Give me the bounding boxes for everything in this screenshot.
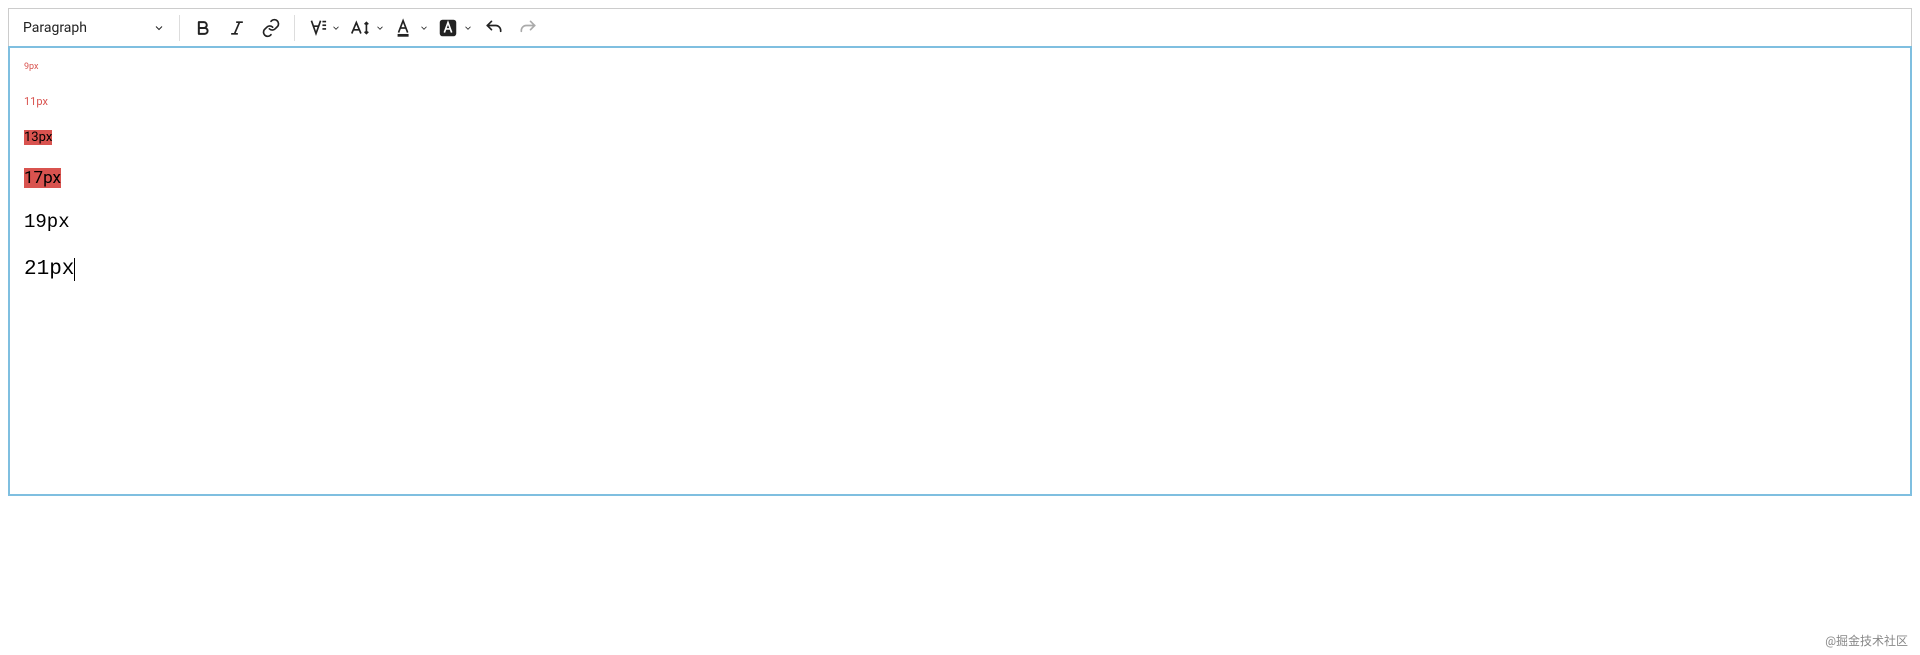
highlight-icon <box>437 17 459 39</box>
font-color-button[interactable] <box>389 12 433 44</box>
content-line: 9px <box>24 62 39 72</box>
editor-toolbar: Paragraph <box>8 8 1912 46</box>
content-line: 13px <box>24 130 52 145</box>
content-line: 19px <box>24 211 70 233</box>
block-format-label: Paragraph <box>23 20 87 36</box>
undo-icon <box>484 18 504 38</box>
line-height-button[interactable] <box>301 12 345 44</box>
highlight-color-button[interactable] <box>433 12 477 44</box>
link-button[interactable] <box>254 12 288 44</box>
chevron-down-icon <box>463 23 473 33</box>
redo-icon <box>518 18 538 38</box>
link-icon <box>261 18 281 38</box>
block-format-select[interactable]: Paragraph <box>13 12 173 44</box>
italic-button[interactable] <box>220 12 254 44</box>
chevron-down-icon <box>153 22 165 34</box>
content-line: 17px <box>24 168 61 188</box>
italic-icon <box>227 18 247 38</box>
font-size-button[interactable] <box>345 12 389 44</box>
line-height-icon <box>305 17 327 39</box>
chevron-down-icon <box>331 23 341 33</box>
chevron-down-icon <box>419 23 429 33</box>
bold-button[interactable] <box>186 12 220 44</box>
chevron-down-icon <box>375 23 385 33</box>
toolbar-divider <box>179 15 180 41</box>
font-size-icon <box>349 17 371 39</box>
bold-icon <box>193 18 213 38</box>
content-line: 21px <box>24 258 74 281</box>
font-color-icon <box>393 17 415 39</box>
undo-button[interactable] <box>477 12 511 44</box>
toolbar-divider <box>294 15 295 41</box>
redo-button[interactable] <box>511 12 545 44</box>
content-line: 11px <box>24 95 48 108</box>
watermark-text: @掘金技术社区 <box>1825 632 1908 649</box>
editor-content-area[interactable]: 9px 11px 13px 17px 19px 21px <box>8 46 1912 496</box>
